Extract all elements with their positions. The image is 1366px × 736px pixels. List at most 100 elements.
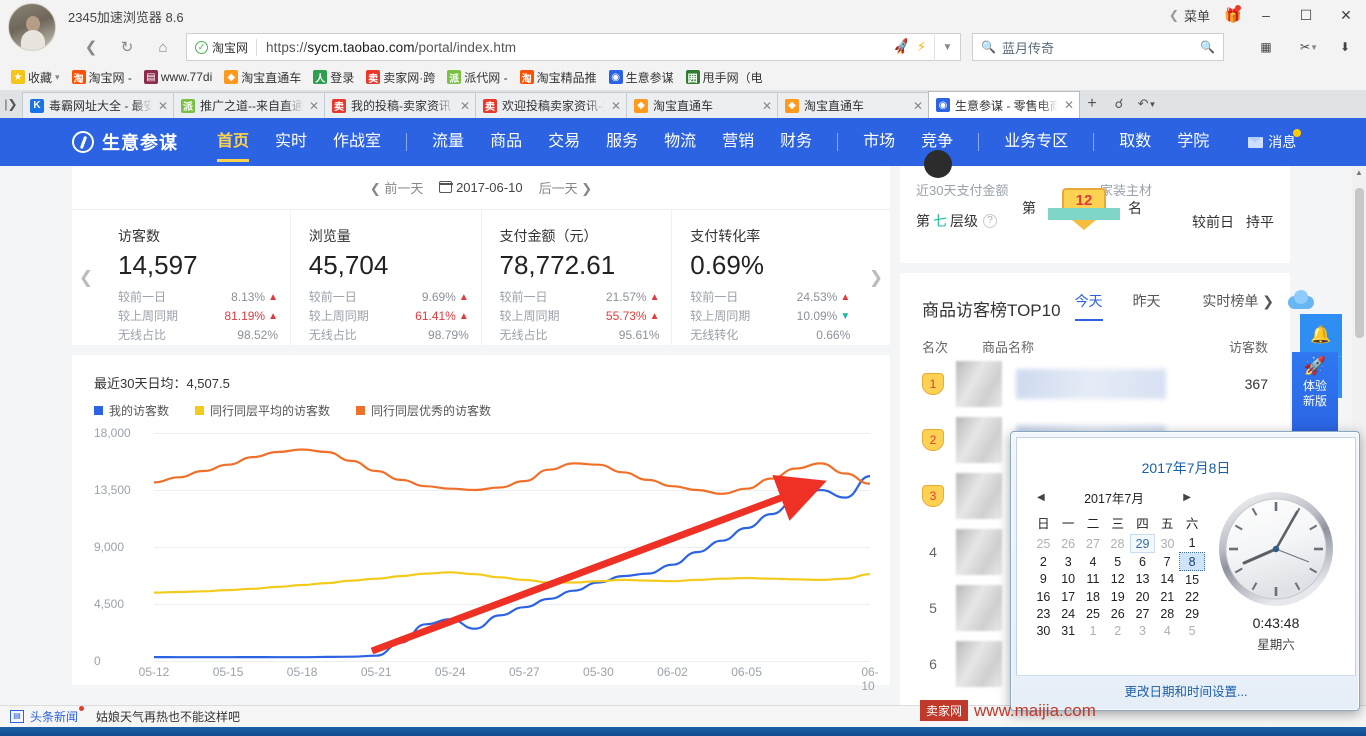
bell-icon[interactable]: 🔔	[1300, 314, 1342, 356]
calendar-day[interactable]: 21	[1155, 588, 1180, 605]
messages-button[interactable]: 消息	[1248, 129, 1302, 152]
calendar-day[interactable]: 2	[1105, 622, 1130, 639]
kpi-card[interactable]: 支付转化率 0.69% 较前一日 24.53% ▲ 较上周同期 10.09% ▼ 无线转化 0.6…	[671, 210, 862, 345]
browser-menu-button[interactable]: ❮ 菜单	[1159, 6, 1220, 25]
table-row[interactable]: 1 367	[900, 356, 1290, 412]
nav-item-交易[interactable]: 交易	[535, 118, 593, 166]
nav-item-首页[interactable]: 首页	[204, 118, 262, 166]
search-submit-icon[interactable]: 🔍	[1200, 40, 1215, 54]
calendar-day[interactable]: 2	[1031, 553, 1056, 571]
help-icon[interactable]: ?	[983, 214, 997, 228]
bookmark-item[interactable]: 卖卖家网·跨	[361, 67, 440, 88]
calendar-grid[interactable]: 日一二三四五六 25 26 27 28 29 30 1 2 3 4 5 6 7 8 9 10 11 12 13 14 1…	[1031, 511, 1205, 639]
bolt-icon[interactable]: ⚡	[917, 39, 926, 55]
calendar-prev-month-button[interactable]: ◀	[1037, 492, 1045, 503]
search-box[interactable]: 🔍 蓝月传奇 🔍	[972, 33, 1224, 61]
calendar-day[interactable]: 4	[1081, 553, 1106, 571]
maximize-button[interactable]: ☐	[1286, 0, 1326, 30]
bookmark-item[interactable]: ★ 收藏 ▾	[6, 67, 65, 88]
user-avatar[interactable]	[8, 3, 56, 51]
calendar-day[interactable]: 7	[1155, 553, 1180, 571]
nav-item-商品[interactable]: 商品	[477, 118, 535, 166]
bookmark-item[interactable]: ◆ 淘宝直通车	[219, 67, 306, 88]
scroll-up-icon[interactable]: ▲	[1352, 168, 1366, 184]
bookmark-item[interactable]: ◉ 生意参谋	[604, 67, 679, 88]
browser-tab[interactable]: 卖我的投稿-卖家资讯 ✕	[324, 92, 476, 118]
realtime-ranking-link[interactable]: 实时榜单 ❯	[1202, 291, 1274, 321]
bookmark-item[interactable]: 淘淘宝网 -	[67, 67, 137, 88]
browser-tab[interactable]: ◆ 淘宝直通车 ✕	[626, 92, 778, 118]
minimize-button[interactable]: –	[1246, 0, 1286, 30]
product-thumbnail[interactable]	[956, 641, 1002, 687]
address-dropdown-button[interactable]: ▼	[934, 33, 960, 61]
search-input[interactable]: 蓝月传奇	[1002, 38, 1054, 57]
nav-item-营销[interactable]: 营销	[709, 118, 767, 166]
back-button[interactable]: ❮	[76, 30, 106, 64]
calendar-day[interactable]: 27	[1130, 605, 1155, 622]
calendar-day[interactable]: 27	[1081, 535, 1106, 553]
calendar-day[interactable]: 14	[1155, 571, 1180, 589]
nav-item-财务[interactable]: 财务	[767, 118, 825, 166]
tab-close-icon[interactable]: ✕	[610, 99, 622, 113]
toplist-tab-今天[interactable]: 今天	[1074, 291, 1103, 321]
scrollbar-thumb[interactable]	[1355, 188, 1364, 338]
tab-close-icon[interactable]: ✕	[761, 99, 773, 113]
change-datetime-settings-link[interactable]: 更改日期和时间设置...	[1125, 681, 1248, 700]
home-button[interactable]: ⌂	[148, 30, 178, 64]
calendar-day[interactable]: 3	[1130, 622, 1155, 639]
calendar-day[interactable]: 19	[1105, 588, 1130, 605]
product-thumbnail[interactable]	[956, 585, 1002, 631]
calendar-day[interactable]: 31	[1056, 622, 1081, 639]
toplist-tab-昨天[interactable]: 昨天	[1133, 291, 1161, 321]
calendar-day[interactable]: 28	[1155, 605, 1180, 622]
nav-item-实时[interactable]: 实时	[262, 118, 320, 166]
calendar-day[interactable]: 23	[1031, 605, 1056, 622]
tab-close-icon[interactable]: ✕	[1063, 98, 1075, 112]
bookmark-item[interactable]: ▤ www.77di	[139, 68, 217, 86]
calendar-day[interactable]: 4	[1155, 622, 1180, 639]
kpi-card[interactable]: 访客数 14,597 较前一日 8.13% ▲ 较上周同期 81.19% ▲ 无线占比 98.52…	[100, 210, 290, 345]
calendar-day[interactable]: 18	[1081, 588, 1106, 605]
windows-taskbar[interactable]	[0, 727, 1366, 736]
browser-tab[interactable]: 派推广之道--来自直通车 ✕	[173, 92, 325, 118]
nav-item-作战室[interactable]: 作战室	[320, 118, 394, 166]
calendar-day[interactable]: 10	[1056, 571, 1081, 589]
calendar-day[interactable]: 28	[1105, 535, 1130, 553]
calendar-day[interactable]: 6	[1130, 553, 1155, 571]
product-thumbnail[interactable]	[956, 473, 1002, 519]
screenshot-scissors-icon[interactable]: ✂ ▼	[1288, 30, 1330, 64]
kpi-next-button[interactable]: ❯	[862, 210, 890, 345]
calendar-day[interactable]: 20	[1130, 588, 1155, 605]
bookmark-item[interactable]: 派派代网 -	[442, 67, 512, 88]
chevron-down-icon[interactable]: ▾	[55, 72, 60, 83]
calendar-day[interactable]: 3	[1056, 553, 1081, 571]
site-logo[interactable]: 生意参谋	[72, 129, 178, 155]
browser-tab[interactable]: ◆ 淘宝直通车 ✕	[777, 92, 929, 118]
nav-item-业务专区[interactable]: 业务专区	[991, 118, 1081, 166]
prev-day-button[interactable]: ❮ 前一天	[370, 178, 424, 197]
kpi-card[interactable]: 浏览量 45,704 较前一日 9.69% ▲ 较上周同期 61.41% ▲ 无线占比 98.79…	[289, 210, 481, 345]
rocket-icon[interactable]: 🚀	[892, 37, 912, 57]
tab-close-icon[interactable]: ✕	[459, 99, 471, 113]
legend-item[interactable]: 我的访客数	[94, 402, 169, 419]
kpi-card[interactable]: 支付金额（元） 78,772.61 较前一日 21.57% ▲ 较上周同期 55.73% ▲ 无…	[480, 210, 672, 345]
calendar-day[interactable]: 29	[1129, 534, 1156, 553]
nav-item-服务[interactable]: 服务	[593, 118, 651, 166]
bookmark-item[interactable]: 囲甩手网（电	[681, 67, 768, 88]
gift-icon[interactable]: 🎁	[1220, 0, 1246, 30]
undo-icon[interactable]: ↶ ▼	[1133, 90, 1161, 118]
calendar-day[interactable]: 5	[1105, 553, 1130, 571]
nav-item-取数[interactable]: 取数	[1106, 118, 1164, 166]
address-bar[interactable]: ✓ 淘宝网 https://sycm.taobao.com/portal/ind…	[186, 33, 961, 61]
kpi-prev-button[interactable]: ❮	[72, 210, 100, 345]
tab-close-icon[interactable]: ✕	[308, 99, 320, 113]
try-new-version-button[interactable]: 🚀 体验 新版	[1292, 352, 1338, 448]
nav-item-物流[interactable]: 物流	[651, 118, 709, 166]
browser-tab[interactable]: ◉ 生意参谋 - 零售电商大 ✕	[928, 91, 1080, 118]
browser-tab[interactable]: 卖欢迎投稿卖家资讯-卖 ✕	[475, 92, 627, 118]
news-source[interactable]: 头条新闻	[30, 706, 85, 725]
calendar-day[interactable]: 24	[1056, 605, 1081, 622]
next-day-button[interactable]: 后一天 ❯	[539, 178, 593, 197]
browser-tab[interactable]: K 毒霸网址大全 - 最安全 ✕	[22, 92, 174, 118]
news-headline[interactable]: 姑娘天气再热也不能这样吧	[96, 708, 240, 725]
